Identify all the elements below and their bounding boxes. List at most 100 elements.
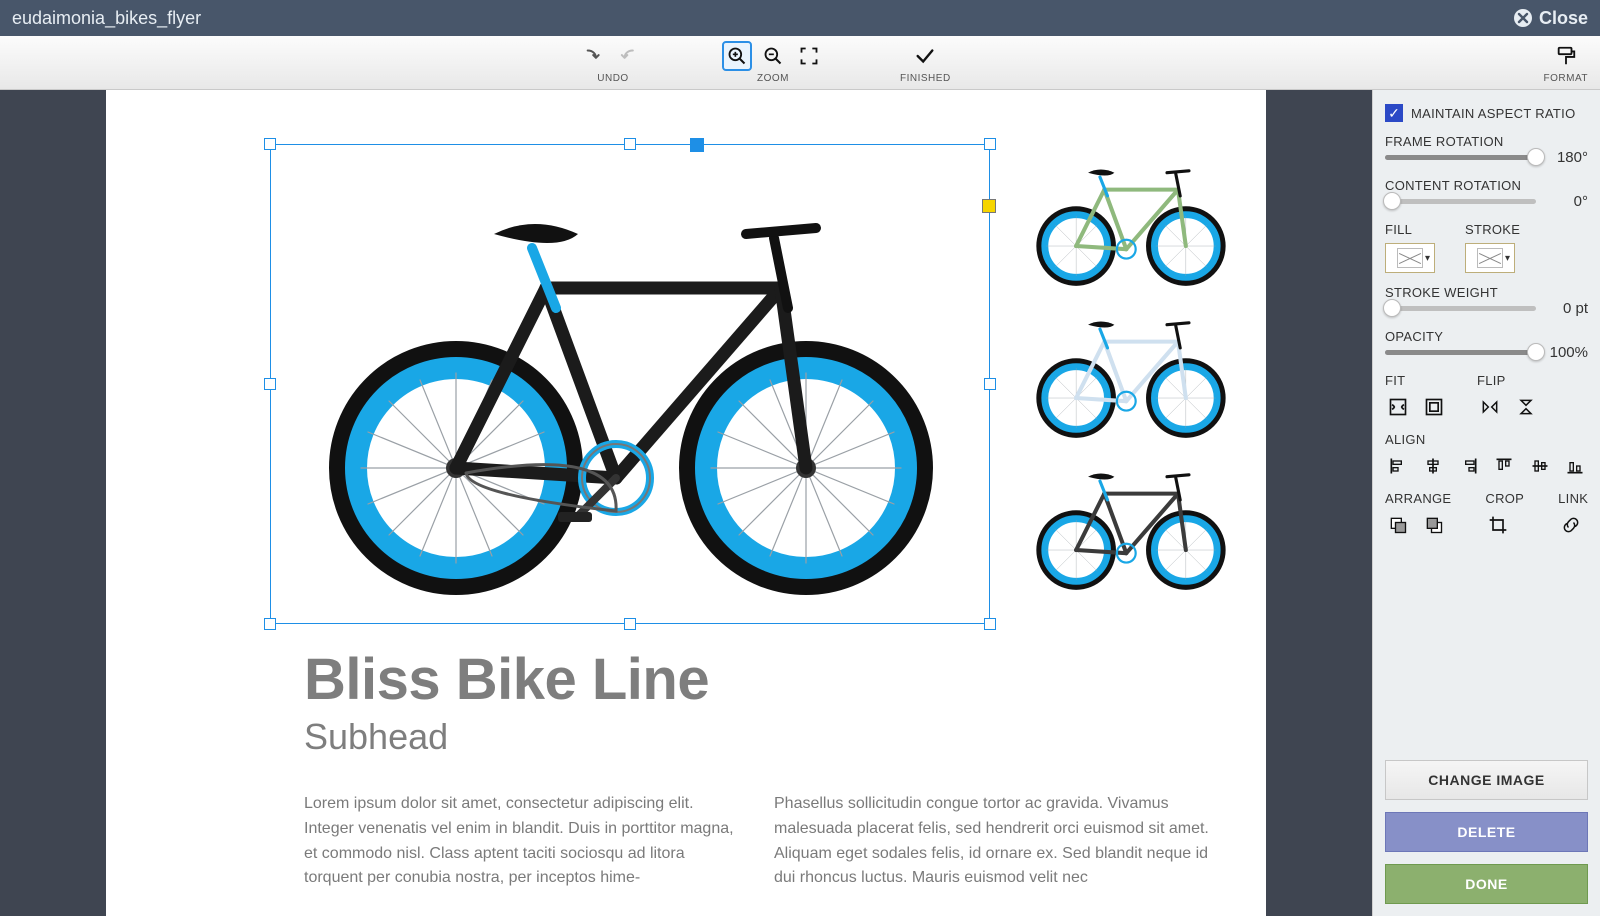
zoom-group: ZOOM <box>722 41 824 84</box>
resize-handle-mr[interactable] <box>984 378 996 390</box>
fill-swatch[interactable]: ▾ <box>1385 243 1435 273</box>
crop-label: CROP <box>1485 491 1524 506</box>
stroke-weight-slider[interactable] <box>1385 306 1536 311</box>
undo-icon <box>584 45 606 67</box>
fit-frame-button[interactable] <box>1421 394 1447 420</box>
zoom-label: ZOOM <box>757 73 789 84</box>
send-back-icon <box>1388 515 1408 535</box>
resize-handle-bm[interactable] <box>624 618 636 630</box>
format-label: FORMAT <box>1544 73 1588 84</box>
rotate-handle[interactable] <box>690 138 704 152</box>
resize-handle-ml[interactable] <box>264 378 276 390</box>
workspace: Bliss Bike Line Subhead Lorem ipsum dolo… <box>0 90 1600 916</box>
thumbnail-image-1[interactable] <box>1026 152 1236 282</box>
stroke-weight-label: STROKE WEIGHT <box>1385 285 1588 300</box>
finished-label: FINISHED <box>900 73 951 84</box>
align-bottom-button[interactable] <box>1563 453 1589 479</box>
align-top-icon <box>1494 456 1514 476</box>
zoom-in-button[interactable] <box>722 41 752 71</box>
content-rotation-value: 0° <box>1546 193 1588 210</box>
zoom-out-button[interactable] <box>758 41 788 71</box>
close-button[interactable]: Close <box>1513 8 1588 29</box>
fit-content-icon <box>1388 397 1408 417</box>
align-center-v-button[interactable] <box>1527 453 1553 479</box>
close-icon <box>1513 8 1533 28</box>
crop-button[interactable] <box>1485 512 1511 538</box>
document-page: Bliss Bike Line Subhead Lorem ipsum dolo… <box>106 90 1266 916</box>
finished-group: FINISHED <box>900 41 951 84</box>
link-button[interactable] <box>1558 512 1584 538</box>
align-center-h-button[interactable] <box>1421 453 1447 479</box>
check-icon <box>914 45 936 67</box>
align-left-icon <box>1388 456 1408 476</box>
maintain-aspect-label: MAINTAIN ASPECT RATIO <box>1411 106 1576 121</box>
align-label: ALIGN <box>1385 432 1588 447</box>
redo-icon <box>620 45 642 67</box>
resize-handle-br[interactable] <box>984 618 996 630</box>
resize-handle-tl[interactable] <box>264 138 276 150</box>
redo-button[interactable] <box>616 41 646 71</box>
fit-label: FIT <box>1385 373 1447 388</box>
link-label: LINK <box>1558 491 1588 506</box>
title-bar: eudaimonia_bikes_flyer Close <box>0 0 1600 36</box>
fill-label: FILL <box>1385 222 1435 237</box>
flip-vertical-button[interactable] <box>1513 394 1539 420</box>
toolbar: UNDO ZOOM FINISHED FORMAT <box>0 36 1600 90</box>
align-center-h-icon <box>1423 456 1443 476</box>
content-rotation-slider[interactable] <box>1385 199 1536 204</box>
delete-button[interactable]: DELETE <box>1385 812 1588 852</box>
format-sidebar: ✓ MAINTAIN ASPECT RATIO FRAME ROTATION 1… <box>1372 90 1600 916</box>
subhead-text[interactable]: Subhead <box>304 716 448 758</box>
opacity-value: 100% <box>1546 344 1588 361</box>
fit-content-button[interactable] <box>1385 394 1411 420</box>
resize-handle-tr[interactable] <box>984 138 996 150</box>
change-image-button[interactable]: CHANGE IMAGE <box>1385 760 1588 800</box>
opacity-slider[interactable] <box>1385 350 1536 355</box>
done-label: DONE <box>1465 876 1507 892</box>
arrange-front-button[interactable] <box>1421 512 1447 538</box>
format-group: FORMAT <box>1544 41 1588 84</box>
bring-front-icon <box>1424 515 1444 535</box>
format-paint-icon <box>1555 45 1577 67</box>
thumbnail-image-3[interactable] <box>1026 456 1236 586</box>
maintain-aspect-row[interactable]: ✓ MAINTAIN ASPECT RATIO <box>1385 104 1588 122</box>
format-button[interactable] <box>1551 41 1581 71</box>
stroke-label: STROKE <box>1465 222 1520 237</box>
content-drag-handle[interactable] <box>982 199 996 213</box>
selection-frame[interactable] <box>270 144 990 624</box>
arrange-label: ARRANGE <box>1385 491 1451 506</box>
crop-icon <box>1488 515 1508 535</box>
resize-handle-bl[interactable] <box>264 618 276 630</box>
stroke-swatch[interactable]: ▾ <box>1465 243 1515 273</box>
frame-rotation-label: FRAME ROTATION <box>1385 134 1588 149</box>
undo-button[interactable] <box>580 41 610 71</box>
align-center-v-icon <box>1530 456 1550 476</box>
align-left-button[interactable] <box>1385 453 1411 479</box>
body-column-2[interactable]: Phasellus sollicitudin congue tortor ac … <box>774 792 1224 891</box>
body-column-1[interactable]: Lorem ipsum dolor sit amet, consectetur … <box>304 792 734 891</box>
headline-text[interactable]: Bliss Bike Line <box>304 646 709 713</box>
maintain-aspect-checkbox[interactable]: ✓ <box>1385 104 1403 122</box>
align-top-button[interactable] <box>1492 453 1518 479</box>
canvas-area[interactable]: Bliss Bike Line Subhead Lorem ipsum dolo… <box>0 90 1372 916</box>
frame-rotation-slider[interactable] <box>1385 155 1536 160</box>
align-right-button[interactable] <box>1456 453 1482 479</box>
flip-horizontal-button[interactable] <box>1477 394 1503 420</box>
undo-group: UNDO <box>580 41 646 84</box>
close-label: Close <box>1539 8 1588 29</box>
resize-handle-tm[interactable] <box>624 138 636 150</box>
zoom-fit-button[interactable] <box>794 41 824 71</box>
flip-horizontal-icon <box>1480 397 1500 417</box>
undo-label: UNDO <box>597 73 628 84</box>
link-icon <box>1561 515 1581 535</box>
opacity-label: OPACITY <box>1385 329 1588 344</box>
done-button[interactable]: DONE <box>1385 864 1588 904</box>
fit-frame-icon <box>1424 397 1444 417</box>
document-title: eudaimonia_bikes_flyer <box>12 8 201 29</box>
thumbnail-image-2[interactable] <box>1026 304 1236 434</box>
fullscreen-icon <box>799 46 819 66</box>
align-right-icon <box>1459 456 1479 476</box>
finished-button[interactable] <box>910 41 940 71</box>
delete-label: DELETE <box>1457 824 1515 840</box>
arrange-back-button[interactable] <box>1385 512 1411 538</box>
